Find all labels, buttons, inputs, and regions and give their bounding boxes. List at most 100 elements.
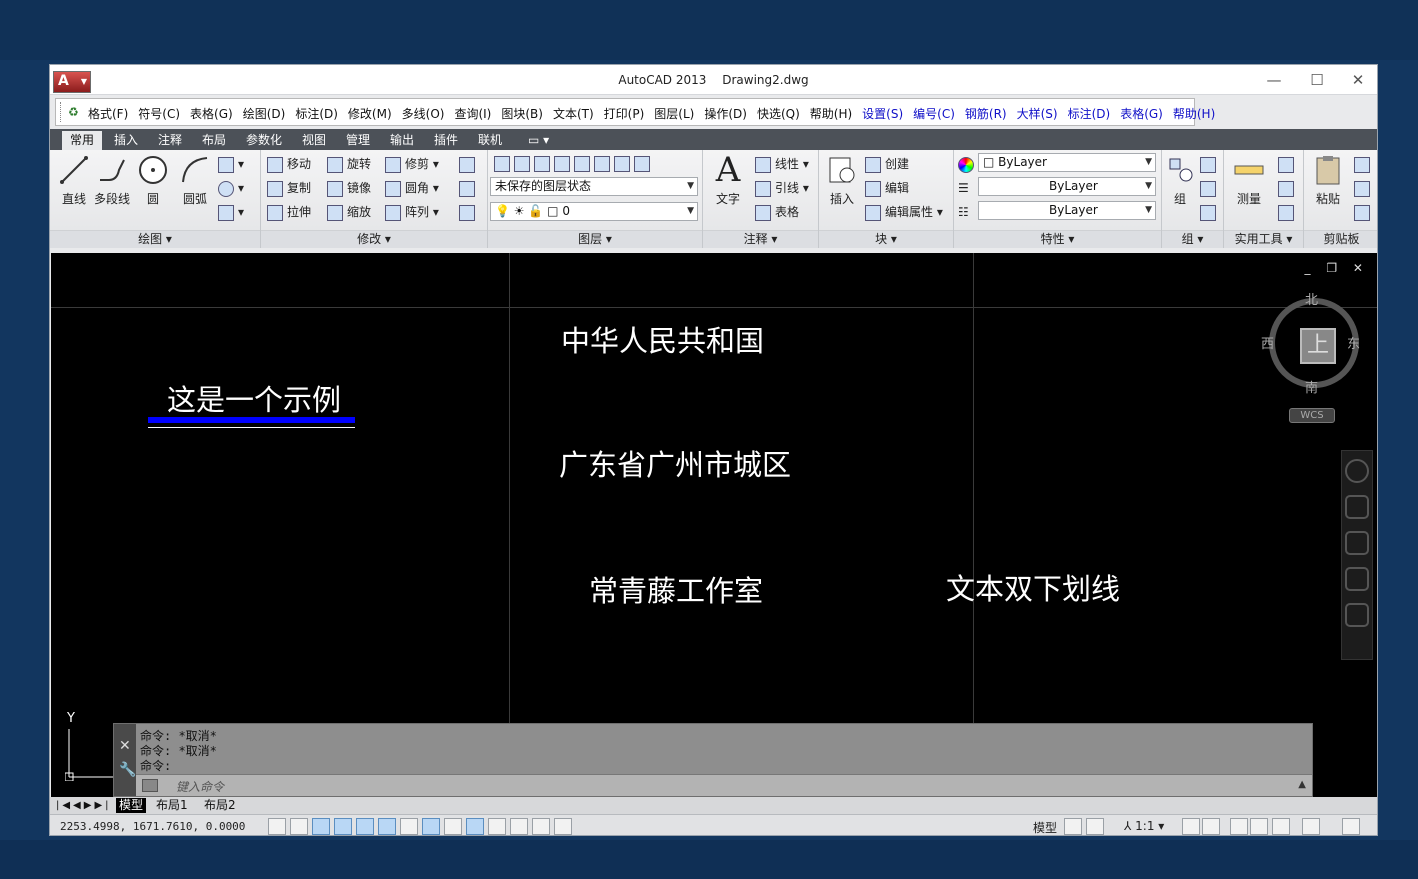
insert-block-tool[interactable]: 插入 (823, 153, 861, 207)
draw-panel-title[interactable]: 绘图 ▾ (50, 230, 260, 248)
menu-item[interactable]: 打印(P) (604, 105, 645, 122)
linetype-combo[interactable]: ByLayer ▼ (978, 177, 1156, 196)
select-all-icon[interactable] (1278, 178, 1298, 198)
object-snap-toggle[interactable] (378, 818, 396, 835)
quick-view-drawings-button[interactable] (1086, 818, 1104, 835)
toolbar-lock-button[interactable] (1250, 818, 1268, 835)
viewcube-compass[interactable]: 上 (1269, 298, 1359, 388)
leader-tool[interactable]: 引线 ▾ (755, 178, 809, 198)
ribbon-tab[interactable]: 输出 (382, 131, 422, 150)
menu-item[interactable]: 文本(T) (553, 105, 594, 122)
compass-south[interactable]: 南 (1305, 377, 1318, 396)
scale-tool[interactable]: 缩放 (327, 202, 371, 222)
current-layer-combo[interactable]: 💡 ☀ 🔓 □ 0 ▼ (490, 202, 698, 221)
menu-item[interactable]: 表格(G) (1120, 105, 1163, 122)
group-select-icon[interactable] (1200, 202, 1220, 222)
ribbon-tab[interactable]: 联机 (470, 131, 510, 150)
trim-tool[interactable]: 修剪 ▾ (385, 154, 439, 174)
paste-tool[interactable]: 粘贴 (1310, 153, 1346, 207)
lineweight-combo[interactable]: ByLayer ▼ (978, 201, 1156, 220)
3d-object-snap-toggle[interactable] (400, 818, 418, 835)
ribbon-tab[interactable]: 管理 (338, 131, 378, 150)
hardware-acceleration-button[interactable] (1272, 818, 1290, 835)
layer-tool-icons[interactable] (494, 153, 654, 173)
drawing-canvas[interactable]: 中华人民共和国 这是一个示例 广东省广州市城区 常青藤工作室 文本双下划线 _ … (51, 253, 1377, 797)
compass-east[interactable]: 东 (1347, 333, 1360, 352)
menu-item[interactable]: 帮助(H) (1173, 105, 1215, 122)
edit-attributes-tool[interactable]: 编辑属性 ▾ (865, 202, 943, 222)
mirror-tool[interactable]: 镜像 (327, 178, 371, 198)
menu-item[interactable]: 设置(S) (862, 105, 903, 122)
viewcube-top-face[interactable]: 上 (1300, 328, 1336, 364)
fillet-tool[interactable]: 圆角 ▾ (385, 178, 439, 198)
utilities-panel-title[interactable]: 实用工具 ▾ (1224, 230, 1303, 248)
ribbon-tab[interactable]: 插件 (426, 131, 466, 150)
drawing-text[interactable]: 广东省广州市城区 (559, 442, 791, 484)
menu-item[interactable]: 表格(G) (190, 105, 233, 122)
selection-cycling-toggle[interactable] (554, 818, 572, 835)
ribbon-tab[interactable]: 视图 (294, 131, 334, 150)
block-panel-title[interactable]: 块 ▾ (819, 230, 953, 248)
dynamic-input-toggle[interactable] (466, 818, 484, 835)
menu-item[interactable]: 格式(F) (88, 105, 128, 122)
menu-item[interactable]: 查询(I) (454, 105, 491, 122)
menu-item[interactable]: 图块(B) (501, 105, 543, 122)
edit-block-tool[interactable]: 编辑 (865, 178, 909, 198)
arc-tool[interactable]: 圆弧 (178, 153, 212, 207)
groups-panel-title[interactable]: 组 ▾ (1162, 230, 1223, 248)
move-tool[interactable]: 移动 (267, 154, 311, 174)
offset-tool[interactable] (459, 202, 479, 222)
ribbon-display-toggle[interactable]: ▭ ▾ (520, 131, 557, 150)
transparency-toggle[interactable] (510, 818, 528, 835)
measure-tool[interactable]: 测量 (1230, 153, 1268, 207)
table-tool[interactable]: 表格 (755, 202, 799, 222)
clean-screen-button[interactable] (1342, 818, 1360, 835)
tab-model[interactable]: 模型 (116, 798, 147, 813)
maximize-button[interactable]: ☐ (1302, 69, 1332, 91)
compass-west[interactable]: 西 (1261, 333, 1274, 352)
cut-icon[interactable] (1354, 154, 1374, 174)
ellipse-tool[interactable]: ▾ (218, 178, 244, 198)
color-combo[interactable]: □ ByLayer ▼ (978, 153, 1156, 172)
menu-item[interactable]: 标注(D) (295, 105, 338, 122)
menu-item[interactable]: 标注(D) (1068, 105, 1111, 122)
rectangle-tool[interactable]: ▾ (218, 154, 244, 174)
menu-item[interactable]: 绘图(D) (243, 105, 286, 122)
quick-properties-toggle[interactable] (532, 818, 550, 835)
menu-item[interactable]: 快选(Q) (757, 105, 800, 122)
workspace-switching-button[interactable] (1230, 818, 1248, 835)
pan-hand-icon[interactable] (1345, 495, 1369, 519)
annotation-visibility-button[interactable] (1182, 818, 1200, 835)
menu-item[interactable]: 操作(D) (704, 105, 747, 122)
circle-tool[interactable]: 圆 (136, 153, 170, 207)
line-tool[interactable]: 直线 (56, 153, 92, 207)
quick-select-icon[interactable] (1278, 154, 1298, 174)
viewport-controls[interactable]: _ ❐ ✕ (1305, 261, 1369, 275)
drawing-text[interactable]: 中华人民共和国 (561, 318, 764, 360)
menu-item[interactable]: 编号(C) (913, 105, 955, 122)
grid-display-toggle[interactable] (312, 818, 330, 835)
array-tool[interactable]: 阵列 ▾ (385, 202, 439, 222)
infer-constraints-toggle[interactable] (268, 818, 286, 835)
snap-mode-toggle[interactable] (290, 818, 308, 835)
steering-wheel-icon[interactable] (1345, 459, 1369, 483)
compass-north[interactable]: 北 (1305, 289, 1318, 308)
chevron-up-icon[interactable]: ▲ (1298, 779, 1306, 790)
modify-panel-title[interactable]: 修改 ▾ (261, 230, 487, 248)
text-tool[interactable]: A 文字 (709, 150, 747, 207)
ribbon-tab[interactable]: 常用 (62, 131, 103, 150)
menu-item[interactable]: 大样(S) (1017, 105, 1058, 122)
auto-scale-button[interactable] (1202, 818, 1220, 835)
properties-panel-title[interactable]: 特性 ▾ (954, 230, 1161, 248)
drawing-text[interactable]: 这是一个示例 (167, 377, 341, 419)
wrench-icon[interactable]: 🔧 (119, 762, 136, 778)
quick-view-layouts-button[interactable] (1064, 818, 1082, 835)
linear-dim-tool[interactable]: 线性 ▾ (755, 154, 809, 174)
orbit-icon[interactable] (1345, 567, 1369, 591)
toolbar-grip[interactable] (60, 102, 63, 122)
command-input[interactable]: 键入命令 ▲ (136, 774, 1312, 796)
create-block-tool[interactable]: 创建 (865, 154, 909, 174)
menu-item[interactable]: 图层(L) (654, 105, 694, 122)
copy-clip-icon[interactable] (1354, 178, 1374, 198)
polar-tracking-toggle[interactable] (356, 818, 374, 835)
